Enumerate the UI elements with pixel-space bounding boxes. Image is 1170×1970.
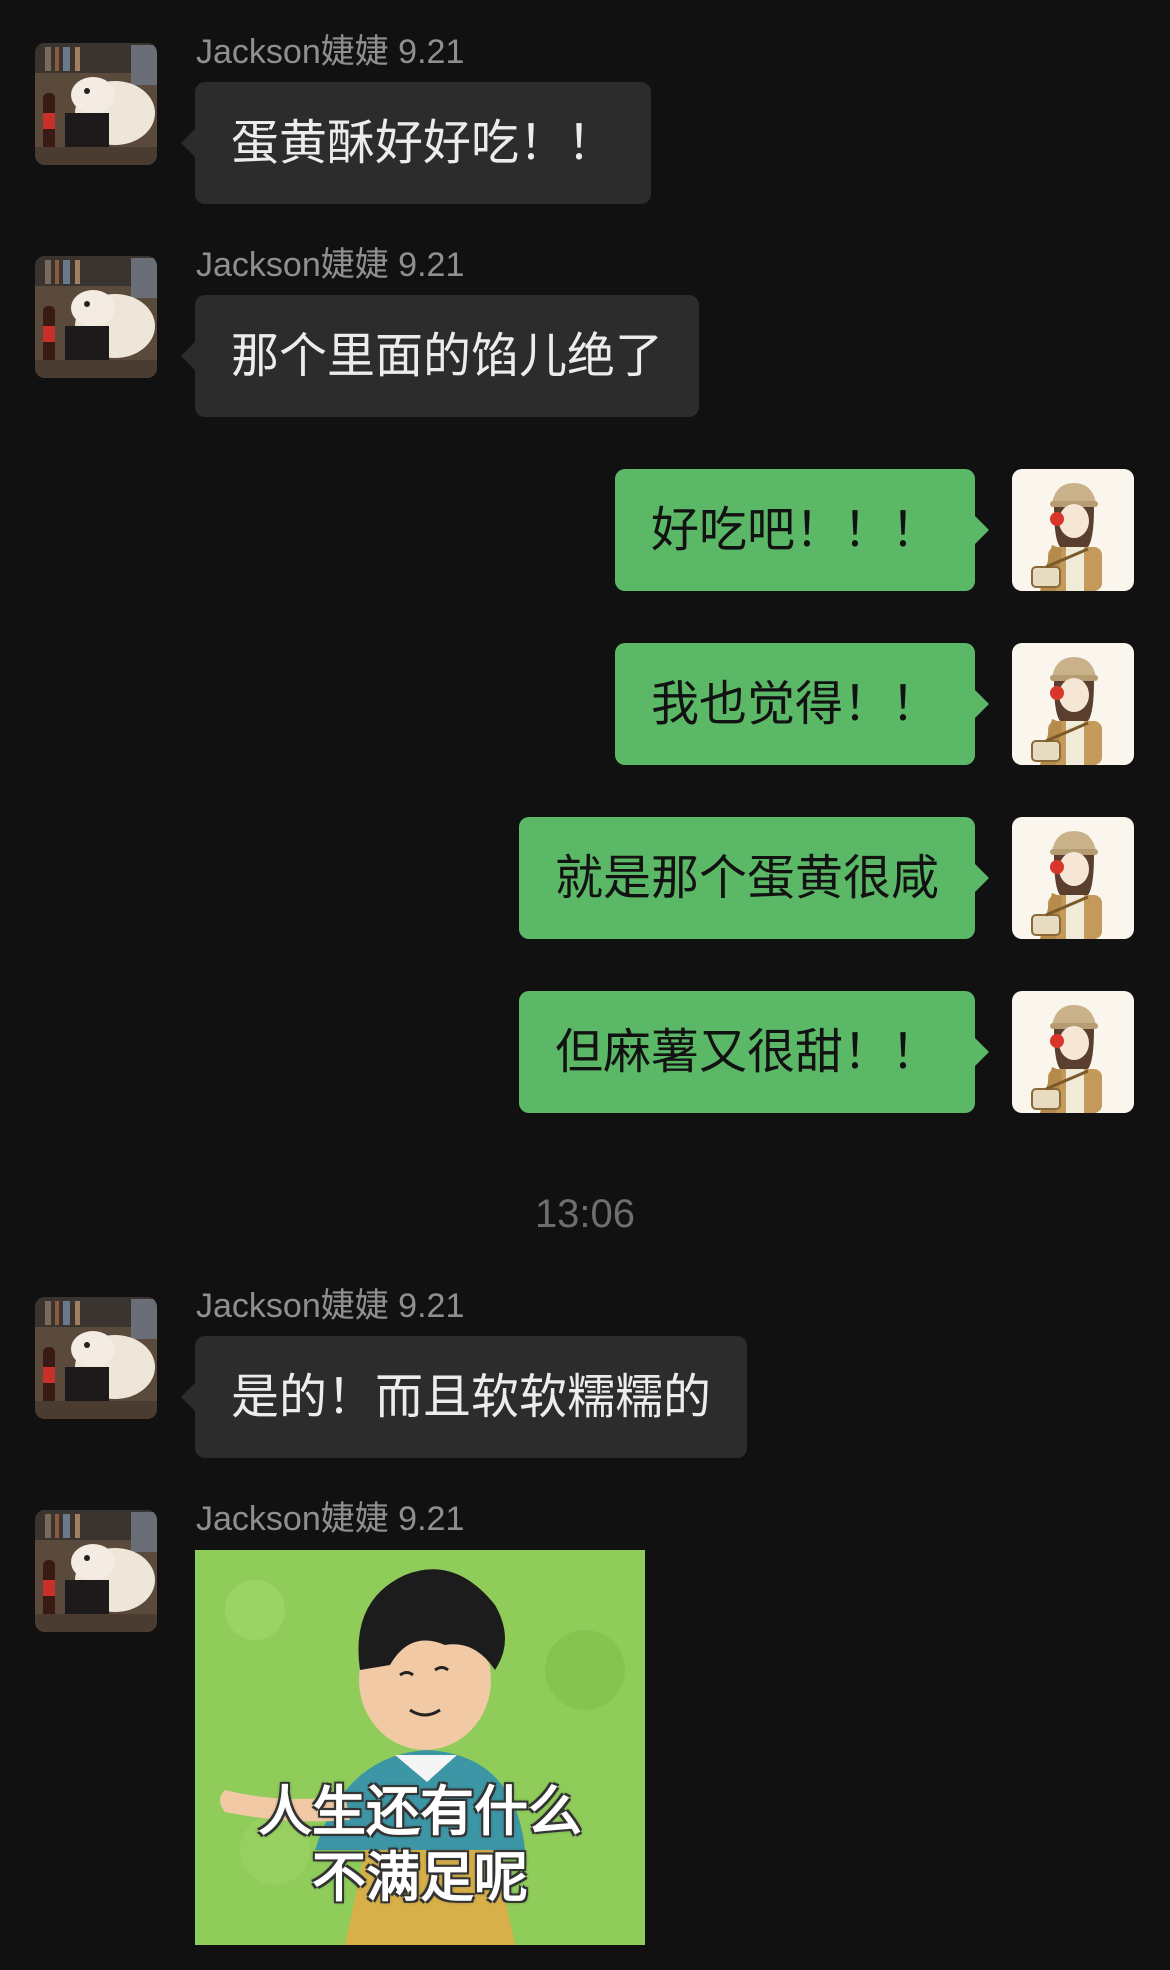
sticker-caption-line-2: 不满足呢 xyxy=(312,1846,528,1909)
contact-avatar[interactable] xyxy=(35,43,157,165)
self-avatar-illustration-icon xyxy=(1012,817,1134,939)
outgoing-message-bubble[interactable]: 好吃吧！！！ xyxy=(614,469,990,591)
self-avatar[interactable] xyxy=(1012,643,1134,765)
contact-avatar-photo-icon xyxy=(35,1510,157,1632)
self-avatar[interactable] xyxy=(1012,817,1134,939)
chat-timestamp: 13:06 xyxy=(534,1192,636,1236)
self-avatar[interactable] xyxy=(1012,991,1134,1113)
self-avatar-illustration-icon xyxy=(1012,991,1134,1113)
self-avatar-illustration-icon xyxy=(1012,469,1134,591)
sender-name: Jackson婕婕 9.21 xyxy=(196,33,465,71)
contact-avatar[interactable] xyxy=(35,1297,157,1419)
contact-avatar-photo-icon xyxy=(35,256,157,378)
contact-avatar-photo-icon xyxy=(35,1297,157,1419)
sticker-image[interactable]: 人生还有什么 不满足呢 xyxy=(195,1550,645,1945)
sticker-caption-line-1: 人生还有什么 xyxy=(258,1780,582,1843)
sender-name: Jackson婕婕 9.21 xyxy=(196,1500,465,1538)
sender-name: Jackson婕婕 9.21 xyxy=(196,1287,465,1325)
contact-avatar-photo-icon xyxy=(35,43,157,165)
outgoing-message-bubble[interactable]: 就是那个蛋黄很咸 xyxy=(518,817,990,939)
incoming-message-bubble[interactable]: 蛋黄酥好好吃！！ xyxy=(180,82,652,204)
self-avatar[interactable] xyxy=(1012,469,1134,591)
self-avatar-illustration-icon xyxy=(1012,643,1134,765)
sender-name: Jackson婕婕 9.21 xyxy=(196,246,465,284)
outgoing-message-bubble[interactable]: 我也觉得！！ xyxy=(614,643,990,765)
incoming-message-bubble[interactable]: 那个里面的馅儿绝了 xyxy=(180,295,700,417)
outgoing-message-bubble[interactable]: 但麻薯又很甜！！ xyxy=(518,991,990,1113)
contact-avatar[interactable] xyxy=(35,1510,157,1632)
incoming-message-bubble[interactable]: 是的！而且软软糯糯的 xyxy=(180,1336,748,1458)
contact-avatar[interactable] xyxy=(35,256,157,378)
